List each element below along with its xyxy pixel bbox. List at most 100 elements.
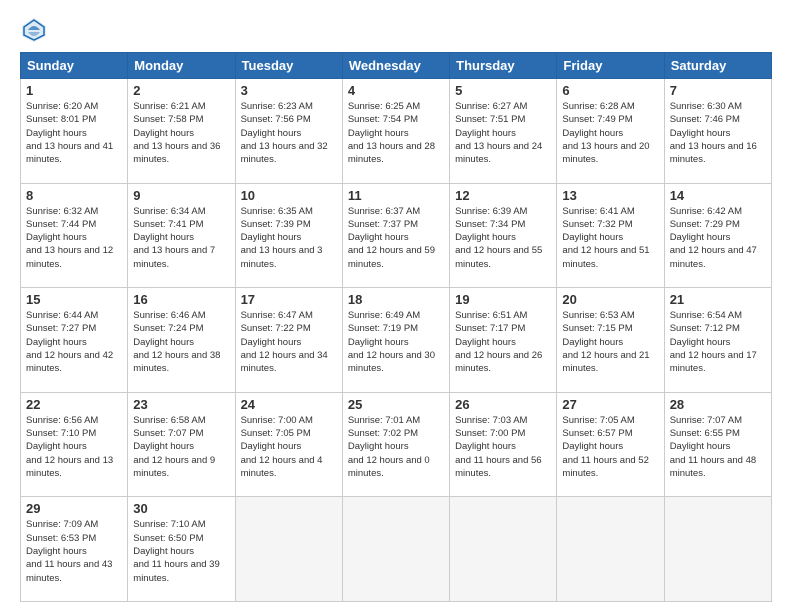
calendar-header-saturday: Saturday <box>664 53 771 79</box>
calendar-cell: 20 Sunrise: 6:53 AMSunset: 7:15 PMDayligh… <box>557 288 664 393</box>
calendar-cell <box>557 497 664 602</box>
day-number: 25 <box>348 397 444 412</box>
calendar-cell: 17 Sunrise: 6:47 AMSunset: 7:22 PMDayligh… <box>235 288 342 393</box>
cell-content: Sunrise: 6:23 AMSunset: 7:56 PMDaylight … <box>241 100 337 166</box>
day-number: 19 <box>455 292 551 307</box>
cell-content: Sunrise: 7:01 AMSunset: 7:02 PMDaylight … <box>348 414 444 480</box>
day-number: 2 <box>133 83 229 98</box>
calendar-cell: 1 Sunrise: 6:20 AMSunset: 8:01 PMDaylight… <box>21 79 128 184</box>
cell-content: Sunrise: 6:37 AMSunset: 7:37 PMDaylight … <box>348 205 444 271</box>
calendar-cell: 10 Sunrise: 6:35 AMSunset: 7:39 PMDayligh… <box>235 183 342 288</box>
cell-content: Sunrise: 6:46 AMSunset: 7:24 PMDaylight … <box>133 309 229 375</box>
calendar-cell: 30Sunrise: 7:10 AMSunset: 6:50 PMDayligh… <box>128 497 235 602</box>
day-number: 8 <box>26 188 122 203</box>
calendar-cell: 27Sunrise: 7:05 AMSunset: 6:57 PMDayligh… <box>557 392 664 497</box>
page: SundayMondayTuesdayWednesdayThursdayFrid… <box>0 0 792 612</box>
calendar-cell: 3 Sunrise: 6:23 AMSunset: 7:56 PMDaylight… <box>235 79 342 184</box>
day-number: 11 <box>348 188 444 203</box>
day-number: 21 <box>670 292 766 307</box>
day-number: 26 <box>455 397 551 412</box>
cell-content: Sunrise: 6:39 AMSunset: 7:34 PMDaylight … <box>455 205 551 271</box>
day-number: 18 <box>348 292 444 307</box>
day-number: 12 <box>455 188 551 203</box>
day-number: 13 <box>562 188 658 203</box>
calendar-cell: 9Sunrise: 6:34 AMSunset: 7:41 PMDaylight… <box>128 183 235 288</box>
calendar-cell: 5 Sunrise: 6:27 AMSunset: 7:51 PMDaylight… <box>450 79 557 184</box>
calendar-week-1: 1 Sunrise: 6:20 AMSunset: 8:01 PMDaylight… <box>21 79 772 184</box>
cell-content: Sunrise: 7:03 AMSunset: 7:00 PMDaylight … <box>455 414 551 480</box>
calendar-cell: 23 Sunrise: 6:58 AMSunset: 7:07 PMDayligh… <box>128 392 235 497</box>
calendar-cell: 24 Sunrise: 7:00 AMSunset: 7:05 PMDayligh… <box>235 392 342 497</box>
cell-content: Sunrise: 6:41 AMSunset: 7:32 PMDaylight … <box>562 205 658 271</box>
day-number: 6 <box>562 83 658 98</box>
calendar-cell <box>235 497 342 602</box>
day-number: 30 <box>133 501 229 516</box>
calendar-cell: 11 Sunrise: 6:37 AMSunset: 7:37 PMDayligh… <box>342 183 449 288</box>
calendar-header-monday: Monday <box>128 53 235 79</box>
calendar-week-4: 22 Sunrise: 6:56 AMSunset: 7:10 PMDayligh… <box>21 392 772 497</box>
cell-content: Sunrise: 7:07 AMSunset: 6:55 PMDaylight … <box>670 414 766 480</box>
calendar-cell: 8 Sunrise: 6:32 AMSunset: 7:44 PMDaylight… <box>21 183 128 288</box>
calendar-cell: 4Sunrise: 6:25 AMSunset: 7:54 PMDaylight… <box>342 79 449 184</box>
cell-content: Sunrise: 6:49 AMSunset: 7:19 PMDaylight … <box>348 309 444 375</box>
calendar-cell: 29 Sunrise: 7:09 AMSunset: 6:53 PMDayligh… <box>21 497 128 602</box>
calendar-cell: 6 Sunrise: 6:28 AMSunset: 7:49 PMDaylight… <box>557 79 664 184</box>
calendar-cell: 14Sunrise: 6:42 AMSunset: 7:29 PMDayligh… <box>664 183 771 288</box>
calendar-header-sunday: Sunday <box>21 53 128 79</box>
calendar-cell: 26 Sunrise: 7:03 AMSunset: 7:00 PMDayligh… <box>450 392 557 497</box>
calendar-cell: 2 Sunrise: 6:21 AMSunset: 7:58 PMDaylight… <box>128 79 235 184</box>
logo <box>20 16 54 44</box>
cell-content: Sunrise: 6:32 AMSunset: 7:44 PMDaylight … <box>26 205 122 271</box>
day-number: 29 <box>26 501 122 516</box>
cell-content: Sunrise: 6:58 AMSunset: 7:07 PMDaylight … <box>133 414 229 480</box>
cell-content: Sunrise: 6:53 AMSunset: 7:15 PMDaylight … <box>562 309 658 375</box>
cell-content: Sunrise: 6:34 AMSunset: 7:41 PMDaylight … <box>133 205 229 271</box>
day-number: 16 <box>133 292 229 307</box>
calendar-week-2: 8 Sunrise: 6:32 AMSunset: 7:44 PMDaylight… <box>21 183 772 288</box>
cell-content: Sunrise: 6:27 AMSunset: 7:51 PMDaylight … <box>455 100 551 166</box>
cell-content: Sunrise: 6:21 AMSunset: 7:58 PMDaylight … <box>133 100 229 166</box>
calendar-cell <box>342 497 449 602</box>
calendar-cell: 21 Sunrise: 6:54 AMSunset: 7:12 PMDayligh… <box>664 288 771 393</box>
cell-content: Sunrise: 7:09 AMSunset: 6:53 PMDaylight … <box>26 518 122 584</box>
calendar-cell: 19 Sunrise: 6:51 AMSunset: 7:17 PMDayligh… <box>450 288 557 393</box>
day-number: 23 <box>133 397 229 412</box>
calendar-header-wednesday: Wednesday <box>342 53 449 79</box>
day-number: 28 <box>670 397 766 412</box>
day-number: 20 <box>562 292 658 307</box>
calendar-cell: 16 Sunrise: 6:46 AMSunset: 7:24 PMDayligh… <box>128 288 235 393</box>
cell-content: Sunrise: 6:56 AMSunset: 7:10 PMDaylight … <box>26 414 122 480</box>
calendar-cell: 25 Sunrise: 7:01 AMSunset: 7:02 PMDayligh… <box>342 392 449 497</box>
calendar-cell: 22 Sunrise: 6:56 AMSunset: 7:10 PMDayligh… <box>21 392 128 497</box>
cell-content: Sunrise: 6:28 AMSunset: 7:49 PMDaylight … <box>562 100 658 166</box>
calendar-cell: 18 Sunrise: 6:49 AMSunset: 7:19 PMDayligh… <box>342 288 449 393</box>
day-number: 1 <box>26 83 122 98</box>
cell-content: Sunrise: 6:35 AMSunset: 7:39 PMDaylight … <box>241 205 337 271</box>
cell-content: Sunrise: 6:44 AMSunset: 7:27 PMDaylight … <box>26 309 122 375</box>
calendar-header-tuesday: Tuesday <box>235 53 342 79</box>
day-number: 3 <box>241 83 337 98</box>
calendar-cell: 28 Sunrise: 7:07 AMSunset: 6:55 PMDayligh… <box>664 392 771 497</box>
calendar-header-thursday: Thursday <box>450 53 557 79</box>
day-number: 24 <box>241 397 337 412</box>
day-number: 17 <box>241 292 337 307</box>
calendar-header-row: SundayMondayTuesdayWednesdayThursdayFrid… <box>21 53 772 79</box>
cell-content: Sunrise: 6:54 AMSunset: 7:12 PMDaylight … <box>670 309 766 375</box>
cell-content: Sunrise: 6:30 AMSunset: 7:46 PMDaylight … <box>670 100 766 166</box>
cell-content: Sunrise: 6:47 AMSunset: 7:22 PMDaylight … <box>241 309 337 375</box>
cell-content: Sunrise: 6:20 AMSunset: 8:01 PMDaylight … <box>26 100 122 166</box>
cell-content: Sunrise: 6:51 AMSunset: 7:17 PMDaylight … <box>455 309 551 375</box>
day-number: 7 <box>670 83 766 98</box>
logo-icon <box>20 16 48 44</box>
cell-content: Sunrise: 6:42 AMSunset: 7:29 PMDaylight … <box>670 205 766 271</box>
calendar-table: SundayMondayTuesdayWednesdayThursdayFrid… <box>20 52 772 602</box>
day-number: 27 <box>562 397 658 412</box>
day-number: 5 <box>455 83 551 98</box>
calendar-week-3: 15Sunrise: 6:44 AMSunset: 7:27 PMDayligh… <box>21 288 772 393</box>
cell-content: Sunrise: 6:25 AMSunset: 7:54 PMDaylight … <box>348 100 444 166</box>
cell-content: Sunrise: 7:00 AMSunset: 7:05 PMDaylight … <box>241 414 337 480</box>
day-number: 22 <box>26 397 122 412</box>
calendar-cell: 13 Sunrise: 6:41 AMSunset: 7:32 PMDayligh… <box>557 183 664 288</box>
calendar-cell: 7 Sunrise: 6:30 AMSunset: 7:46 PMDaylight… <box>664 79 771 184</box>
day-number: 10 <box>241 188 337 203</box>
